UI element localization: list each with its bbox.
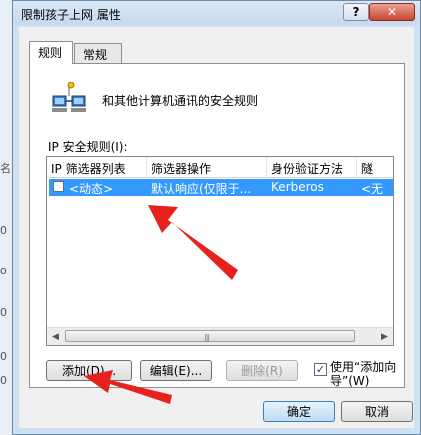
use-wizard-label: 使用“添加向导”(W) <box>330 360 397 388</box>
background-glyph: o <box>0 264 7 277</box>
panel-heading: 和其他计算机通讯的安全规则 <box>102 94 259 108</box>
cell-auth-method: Kerberos <box>271 180 324 194</box>
rule-checkbox[interactable] <box>53 181 64 192</box>
delete-button[interactable]: 删除(R) <box>226 360 298 381</box>
ok-button[interactable]: 确定 <box>263 401 335 422</box>
list-header: IP 筛选器列表 筛选器操作 身份验证方法 隧 <box>47 157 393 178</box>
help-icon: ? <box>352 5 360 19</box>
background-glyph: 名 <box>0 162 11 175</box>
rules-panel: 和其他计算机通讯的安全规则 IP 安全规则(I): IP 筛选器列表 筛选器操作… <box>29 63 405 388</box>
cell-filter-action: 默认响应(仅限于... <box>151 182 252 196</box>
scroll-left-icon[interactable]: ◀ <box>47 328 64 345</box>
table-row[interactable]: <动态> 默认响应(仅限于... Kerberos <无 <box>49 179 393 196</box>
column-header-filter-action[interactable]: 筛选器操作 <box>147 157 267 177</box>
edit-button[interactable]: 编辑(E)... <box>140 360 212 381</box>
cancel-button[interactable]: 取消 <box>341 401 413 422</box>
properties-dialog: 限制孩子上网 属性 ? ✕ 规则 常规 和其他计算机通讯的安全规则 IP 安全规 <box>12 0 421 435</box>
ip-rules-label: IP 安全规则(I): <box>48 140 128 154</box>
help-button[interactable]: ? <box>343 3 369 21</box>
background-glyph: 0 <box>0 350 7 363</box>
tab-general[interactable]: 常规 <box>74 43 122 63</box>
close-icon: ✕ <box>386 5 398 19</box>
cell-filter-list: <动态> <box>69 182 114 196</box>
network-computers-icon <box>52 82 86 112</box>
column-header-filter-list[interactable]: IP 筛选器列表 <box>47 157 147 177</box>
ip-rules-list[interactable]: IP 筛选器列表 筛选器操作 身份验证方法 隧 <动态> 默认响应(仅限于...… <box>46 156 394 346</box>
column-header-tunnel[interactable]: 隧 <box>357 157 393 177</box>
title-bar[interactable]: 限制孩子上网 属性 ? ✕ <box>13 1 420 25</box>
dialog-client-area: 规则 常规 和其他计算机通讯的安全规则 IP 安全规则(I): IP 筛选器列表… <box>19 27 414 428</box>
add-button[interactable]: 添加(D)... <box>46 360 132 381</box>
background-glyph: 0 <box>0 224 7 237</box>
horizontal-scrollbar[interactable]: ◀ ||| ▶ <box>47 327 393 345</box>
background-glyph: 0 <box>0 374 7 387</box>
scroll-right-icon[interactable]: ▶ <box>376 328 393 345</box>
scrollbar-thumb[interactable]: ||| <box>65 330 355 342</box>
background-glyph: 0 <box>0 306 7 319</box>
close-button[interactable]: ✕ <box>369 3 415 21</box>
window-title: 限制孩子上网 属性 <box>21 8 121 22</box>
tab-rules[interactable]: 规则 <box>29 41 73 64</box>
cell-tunnel: <无 <box>361 182 384 196</box>
column-header-auth-method[interactable]: 身份验证方法 <box>267 157 357 177</box>
scrollbar-grip: ||| <box>204 333 210 342</box>
use-wizard-checkbox[interactable]: ✓ <box>314 363 327 376</box>
